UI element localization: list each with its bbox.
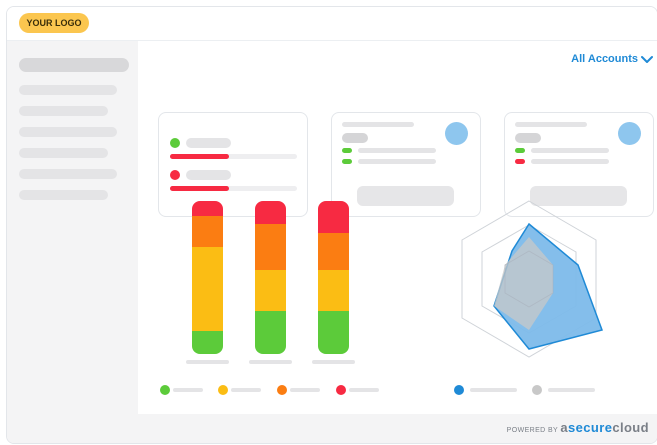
stacked-bar (255, 201, 286, 354)
stacked-bar (318, 201, 349, 354)
bar-segment-red (318, 201, 349, 234)
bar-segment-green (318, 311, 349, 354)
bar-segment-red (192, 201, 223, 217)
brand-secure: secure (568, 420, 613, 435)
stacked-bar (192, 201, 223, 354)
avatar (445, 122, 468, 145)
legend-label-placeholder (548, 388, 595, 392)
subtitle-placeholder (342, 133, 368, 143)
progress-fill (170, 154, 229, 159)
line-placeholder (531, 148, 609, 153)
sidebar-item[interactable] (19, 148, 108, 158)
sidebar-item[interactable] (19, 85, 117, 95)
bar-segment-red (255, 201, 286, 224)
powered-by: POWERED BY asecurecloud (507, 420, 649, 439)
status-chip-red (515, 159, 525, 164)
brand-a: a (560, 420, 568, 435)
status-dot-red (170, 170, 180, 180)
status-dot-green (170, 138, 180, 148)
legend-dot-yellow (218, 385, 228, 395)
bar-segment-orange (255, 223, 286, 270)
summary-card[interactable] (158, 112, 308, 217)
bar-label-placeholder (249, 360, 292, 364)
sidebar-item[interactable] (19, 106, 108, 116)
status-chip-green (342, 148, 352, 153)
bar-label-placeholder (186, 360, 229, 364)
brand-cloud: cloud (612, 420, 649, 435)
bar-segment-orange (318, 233, 349, 270)
line-placeholder (358, 159, 436, 164)
bar-segment-yellow (318, 269, 349, 312)
title-placeholder (342, 122, 414, 127)
sidebar-item[interactable] (19, 190, 108, 200)
chevron-down-icon (641, 55, 653, 63)
label-placeholder (186, 138, 231, 148)
legend-dot-red (336, 385, 346, 395)
radar-chart (461, 200, 603, 358)
accounts-dropdown[interactable]: All Accounts (571, 53, 653, 65)
legend-dot-gray (532, 385, 542, 395)
bar-segment-orange (192, 216, 223, 247)
line-placeholder (531, 159, 609, 164)
legend-label-placeholder (349, 388, 379, 392)
sidebar-item-active[interactable] (19, 58, 129, 72)
title-placeholder (515, 122, 587, 127)
app-window: YOUR LOGO All Accounts POWERED BY asecur… (6, 6, 657, 444)
card-action-button[interactable] (357, 186, 454, 206)
line-placeholder (358, 148, 436, 153)
accounts-label: All Accounts (571, 53, 638, 65)
bar-segment-green (192, 331, 223, 354)
bar-segment-green (255, 311, 286, 354)
legend-label-placeholder (173, 388, 203, 392)
bar-label-placeholder (312, 360, 355, 364)
status-chip-green (342, 159, 352, 164)
logo[interactable]: YOUR LOGO (19, 13, 89, 33)
bar-segment-yellow (255, 269, 286, 312)
legend-label-placeholder (470, 388, 517, 392)
legend-label-placeholder (290, 388, 320, 392)
bar-segment-yellow (192, 246, 223, 332)
sidebar (7, 41, 138, 443)
footer: POWERED BY asecurecloud (138, 414, 657, 443)
legend-dot-orange (277, 385, 287, 395)
label-placeholder (186, 170, 231, 180)
status-chip-green (515, 148, 525, 153)
legend-label-placeholder (231, 388, 261, 392)
progress-fill (170, 186, 229, 191)
legend-dot-green (160, 385, 170, 395)
sidebar-item[interactable] (19, 127, 117, 137)
main-content: All Accounts (138, 41, 657, 414)
sidebar-item[interactable] (19, 169, 117, 179)
powered-by-text: POWERED BY (506, 427, 558, 434)
subtitle-placeholder (515, 133, 541, 143)
top-bar: YOUR LOGO (7, 7, 657, 41)
avatar (618, 122, 641, 145)
legend-dot-blue (454, 385, 464, 395)
